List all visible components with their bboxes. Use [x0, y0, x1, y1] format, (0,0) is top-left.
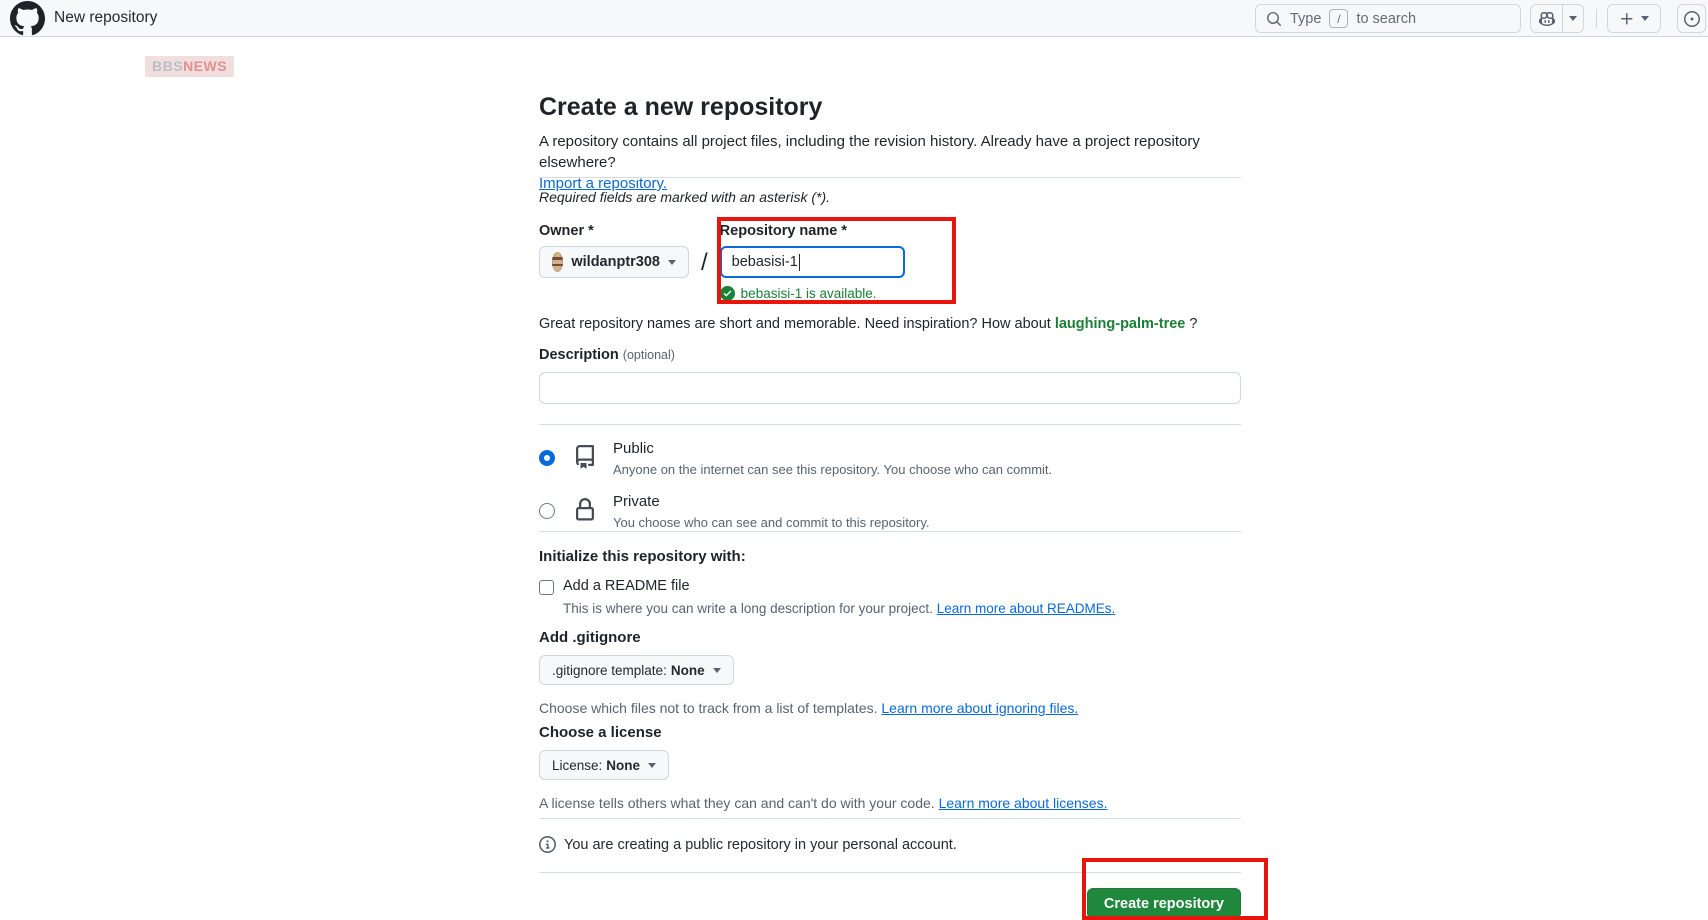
chevron-down-icon	[648, 763, 656, 768]
gitignore-template-select[interactable]: .gitignore template: None	[539, 655, 734, 685]
check-circle-icon	[720, 286, 735, 301]
divider	[539, 424, 1241, 425]
optional-note: (optional)	[623, 348, 675, 362]
owner-select[interactable]: wildanptr308	[539, 246, 689, 278]
initialize-heading: Initialize this repository with:	[539, 548, 1241, 565]
license-select-prefix: License:	[552, 758, 602, 773]
copilot-menu-button[interactable]	[1530, 4, 1584, 33]
create-new-menu-button[interactable]	[1607, 4, 1661, 33]
owner-repo-row: Owner * wildanptr308 / Repository name *…	[539, 223, 1241, 301]
initialize-section: Initialize this repository with: Add a R…	[539, 548, 1241, 616]
page-context-title: New repository	[54, 9, 157, 27]
readme-description: This is where you can write a long descr…	[563, 601, 1241, 616]
watermark-text-gray: BBS	[152, 58, 183, 74]
copilot-dropdown-button[interactable]	[1562, 5, 1583, 32]
gitignore-section: Add .gitignore .gitignore template: None…	[539, 629, 1241, 718]
form-actions: Create repository	[539, 888, 1241, 920]
plus-icon	[1619, 11, 1635, 27]
owner-label: Owner *	[539, 223, 689, 239]
search-input[interactable]: Type / to search	[1255, 4, 1521, 33]
license-section: Choose a license License: None A license…	[539, 724, 1241, 813]
create-repository-button[interactable]: Create repository	[1087, 888, 1241, 919]
gitignore-learn-more-link[interactable]: Learn more about ignoring files.	[881, 700, 1078, 716]
chevron-down-icon	[668, 260, 676, 265]
search-icon	[1266, 11, 1282, 27]
copilot-icon[interactable]	[1531, 5, 1562, 32]
github-logo-icon[interactable]	[10, 1, 45, 36]
availability-message: bebasisi-1 is available.	[720, 286, 905, 301]
intro-text: A repository contains all project files,…	[539, 131, 1241, 173]
license-learn-more-link[interactable]: Learn more about licenses.	[939, 795, 1108, 811]
avatar	[552, 252, 563, 272]
repository-name-input[interactable]: bebasisi-1	[720, 246, 905, 278]
license-heading: Choose a license	[539, 724, 1241, 741]
github-new-repository-page: { "colors": { "annotation_red": "#e8150d…	[0, 0, 1708, 920]
issue-opened-icon	[1684, 11, 1700, 27]
create-repository-form: Create a new repository A repository con…	[539, 37, 1241, 920]
search-placeholder-suffix: to search	[1356, 11, 1416, 27]
app-header: New repository Type / to search	[0, 0, 1708, 37]
visibility-options: Public Anyone on the internet can see th…	[539, 439, 1241, 545]
required-asterisk: *	[588, 223, 594, 239]
license-description: A license tells others what they can and…	[539, 794, 1241, 813]
gitignore-heading: Add .gitignore	[539, 629, 1241, 646]
lock-icon	[573, 498, 597, 522]
page-title: Create a new repository	[539, 93, 1241, 122]
readme-label: Add a README file	[563, 578, 690, 594]
required-asterisk: *	[841, 223, 847, 239]
gitignore-select-value: None	[671, 663, 705, 678]
owner-name: wildanptr308	[571, 254, 660, 270]
private-label: Private	[613, 492, 930, 512]
bbsnews-watermark: BBSNEWS	[145, 56, 234, 77]
private-option[interactable]: Private You choose who can see and commi…	[539, 492, 1241, 532]
public-description: Anyone on the internet can see this repo…	[613, 461, 1052, 479]
gitignore-description: Choose which files not to track from a l…	[539, 699, 1241, 718]
issues-button[interactable]	[1677, 4, 1706, 33]
required-fields-note: Required fields are marked with an aster…	[539, 189, 1241, 205]
description-field: Description (optional)	[539, 347, 1241, 404]
repository-name-value: bebasisi-1	[732, 254, 798, 270]
chevron-down-icon	[1569, 16, 1577, 21]
divider	[539, 872, 1241, 873]
owner-field: Owner * wildanptr308	[539, 223, 689, 278]
divider	[539, 177, 1241, 178]
text-cursor	[799, 254, 800, 271]
private-radio[interactable]	[539, 503, 555, 519]
public-radio[interactable]	[539, 450, 555, 466]
chevron-down-icon	[713, 668, 721, 673]
chevron-down-icon	[1641, 16, 1649, 21]
owner-repo-separator: /	[701, 223, 708, 277]
description-label: Description (optional)	[539, 347, 1241, 363]
repository-name-label: Repository name *	[720, 223, 905, 239]
suggested-name-link[interactable]: laughing-palm-tree	[1055, 316, 1186, 332]
gitignore-select-prefix: .gitignore template:	[552, 663, 667, 678]
intro-block: A repository contains all project files,…	[539, 131, 1241, 194]
search-placeholder-prefix: Type	[1290, 11, 1321, 27]
private-description: You choose who can see and commit to thi…	[613, 514, 930, 532]
info-icon	[539, 836, 556, 853]
public-label: Public	[613, 439, 1052, 459]
public-option[interactable]: Public Anyone on the internet can see th…	[539, 439, 1241, 479]
divider	[539, 818, 1241, 819]
repository-name-field: Repository name * bebasisi-1 bebasisi-1 …	[720, 223, 905, 301]
slash-key-hint: /	[1329, 9, 1348, 28]
footer-note: You are creating a public repository in …	[539, 836, 1241, 853]
repo-book-icon	[573, 445, 597, 469]
readme-checkbox[interactable]	[539, 580, 554, 595]
header-divider	[1596, 9, 1597, 28]
license-select-value: None	[606, 758, 640, 773]
divider	[539, 531, 1241, 532]
readme-learn-more-link[interactable]: Learn more about READMEs.	[937, 601, 1116, 616]
license-select[interactable]: License: None	[539, 750, 669, 780]
readme-option[interactable]: Add a README file	[539, 578, 1241, 595]
description-input[interactable]	[539, 372, 1241, 404]
watermark-text-red: NEWS	[183, 58, 227, 74]
name-suggestion: Great repository names are short and mem…	[539, 314, 1241, 335]
